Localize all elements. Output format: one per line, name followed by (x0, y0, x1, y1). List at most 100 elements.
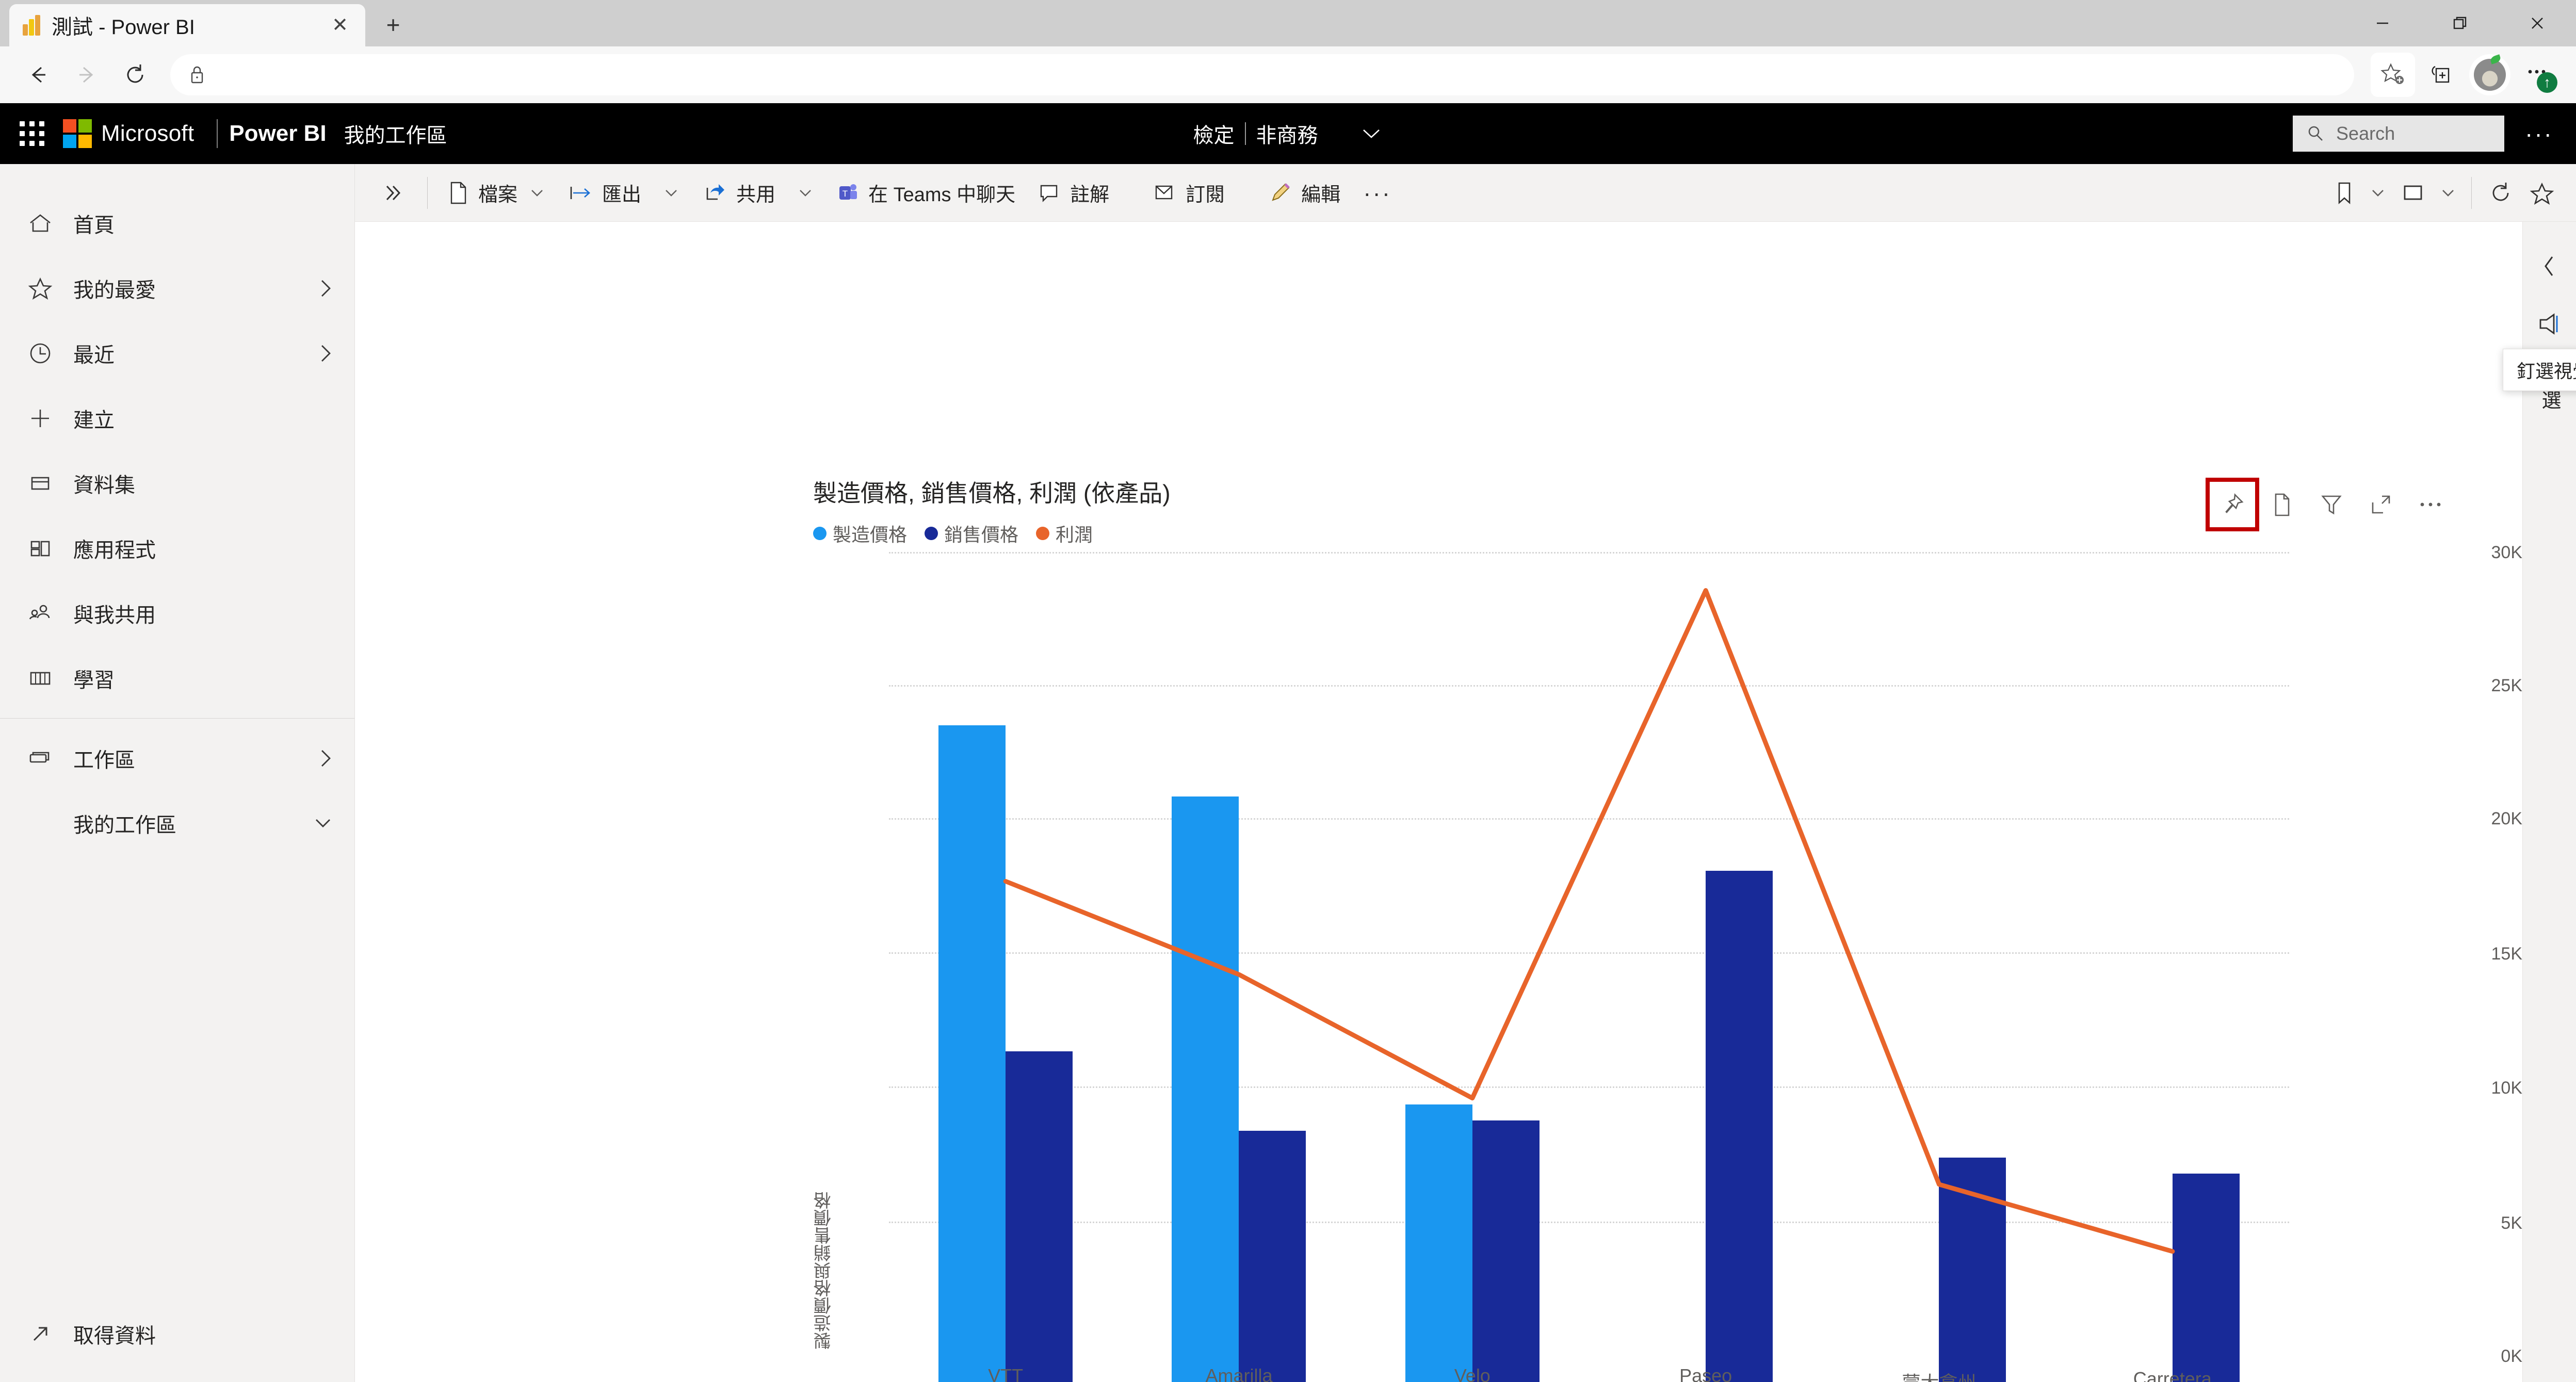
legend-swatch (813, 527, 827, 540)
header-more-icon[interactable]: ··· (2513, 120, 2566, 148)
bookmark-icon[interactable] (2326, 172, 2363, 214)
legend-swatch (925, 527, 938, 540)
legend-item[interactable]: 銷售價格 (925, 520, 1018, 547)
sidebar-item-favorites[interactable]: 我的最愛 (0, 256, 354, 321)
chevron-right-icon[interactable] (317, 343, 334, 364)
file-menu-label: 檔案 (478, 184, 518, 206)
reload-icon[interactable] (112, 52, 158, 97)
view-icon[interactable] (2393, 172, 2433, 214)
search-placeholder: Search (2336, 123, 2395, 144)
chevron-down-icon[interactable] (312, 815, 334, 832)
browser-toolbar-actions: ↑ (2371, 53, 2561, 97)
chevron-down-icon[interactable] (2363, 172, 2393, 214)
comment-icon (1038, 182, 1061, 204)
toolbar-divider (2471, 176, 2472, 209)
home-icon (27, 210, 54, 237)
toolbar-more-icon[interactable]: ··· (1352, 172, 1403, 214)
focus-mode-icon[interactable] (2356, 480, 2406, 529)
header-workspace-name: 我的工作區 (344, 124, 447, 147)
collapse-pane-icon[interactable] (2540, 253, 2559, 280)
sidebar-divider (0, 718, 354, 719)
comment-button[interactable]: 註解 (1027, 172, 1121, 214)
report-toolbar-right (2326, 172, 2563, 214)
maximize-restore-button[interactable] (2421, 0, 2499, 46)
certification-selector[interactable]: 檢定 非商務 (1193, 119, 1383, 149)
edit-button[interactable]: 編輯 (1257, 172, 1352, 214)
sidebar-item-learn[interactable]: 學習 (0, 646, 354, 711)
minimize-button[interactable] (2344, 0, 2421, 46)
chevron-right-icon[interactable] (317, 278, 334, 299)
powerbi-wordmark[interactable]: Power BI (229, 121, 326, 147)
combo-chart-visual[interactable]: 製造價格, 銷售價格, 利潤 (依產品) 製造價格 銷售價格 利潤 製造價格與銷… (355, 222, 2522, 1382)
browser-settings-more-icon[interactable]: ↑ (2516, 53, 2561, 97)
sidebar-item-home[interactable]: 首頁 (0, 191, 354, 256)
close-window-button[interactable] (2499, 0, 2576, 46)
sidebar-item-workspaces[interactable]: 工作區 (0, 726, 354, 791)
header-actions: Search ··· (2293, 116, 2566, 152)
learn-icon (27, 665, 54, 692)
sidebar-item-get-data[interactable]: 取得資料 (0, 1302, 354, 1367)
filter-pane-icon[interactable] (2536, 311, 2563, 337)
chart-legend: 製造價格 銷售價格 利潤 (813, 520, 1093, 547)
sidebar-item-datasets[interactable]: 資料集 (0, 451, 354, 516)
microsoft-squares-icon (63, 119, 92, 148)
share-menu-button[interactable]: 共用 (691, 172, 825, 214)
new-tab-button[interactable]: + (374, 5, 413, 44)
profit-line (1006, 591, 2173, 1251)
chevron-down-icon[interactable] (2433, 172, 2463, 214)
export-icon (568, 183, 593, 203)
pin-visual-icon[interactable] (2206, 478, 2259, 531)
report-toolbar: 檔案 匯出 共用 T 在 Teams 中聊天 註解 訂閱 編輯 ··· (355, 164, 2576, 222)
certification-divider (1244, 122, 1246, 145)
visual-header-actions (2206, 478, 2455, 531)
chat-in-teams-button[interactable]: T 在 Teams 中聊天 (825, 172, 1027, 214)
share-icon (702, 182, 727, 204)
chevron-right-icon[interactable] (317, 747, 334, 769)
filter-icon[interactable] (2307, 480, 2356, 529)
sidebar-item-shared-with-me[interactable]: 與我共用 (0, 581, 354, 646)
forward-icon[interactable] (64, 52, 109, 97)
sidebar-item-create[interactable]: 建立 (0, 386, 354, 451)
collections-icon[interactable] (2419, 53, 2464, 97)
plus-icon (27, 405, 54, 432)
workspace-icon (27, 745, 54, 772)
edit-label: 編輯 (1301, 184, 1341, 206)
window-controls (2344, 0, 2576, 46)
export-menu-label: 匯出 (602, 184, 642, 206)
browser-titlebar: 測試 - Power BI ✕ + (0, 0, 2576, 46)
y-axis-left-title: 製造價格與銷售價格 (814, 1192, 834, 1350)
chevron-down-icon[interactable] (1359, 126, 1383, 141)
header-divider (217, 119, 218, 148)
sidebar-item-recent[interactable]: 最近 (0, 321, 354, 386)
export-data-icon[interactable] (2257, 480, 2307, 529)
more-options-icon[interactable] (2406, 480, 2455, 529)
sidebar-item-label: 工作區 (73, 749, 135, 772)
legend-item[interactable]: 利潤 (1036, 520, 1093, 547)
sidebar-item-apps[interactable]: 應用程式 (0, 516, 354, 581)
teams-icon: T (836, 181, 859, 205)
export-menu-button[interactable]: 匯出 (557, 172, 691, 214)
microsoft-wordmark: Microsoft (101, 121, 195, 146)
add-favorite-icon[interactable] (2371, 53, 2415, 97)
extension-avatar-icon[interactable] (2468, 53, 2512, 97)
search-input[interactable]: Search (2293, 116, 2505, 152)
pin-visual-tooltip: 釘選視覺效果 (2503, 349, 2576, 391)
favorite-icon[interactable] (2521, 172, 2563, 214)
sidebar-toggle-icon[interactable] (0, 164, 354, 191)
subscribe-button[interactable]: 訂閱 (1141, 172, 1236, 214)
file-menu-button[interactable]: 檔案 (436, 172, 557, 214)
file-icon (447, 181, 469, 205)
legend-item[interactable]: 製造價格 (813, 520, 907, 547)
expand-panel-icon[interactable] (368, 181, 419, 205)
right-rail: 篩選 (2522, 222, 2576, 1382)
address-bar[interactable] (170, 54, 2354, 95)
page-body: 首頁 我的最愛 最近 建立 資料集 應用程式 與我共用 學習 工作區 我的工作區… (0, 164, 2576, 1382)
browser-tab[interactable]: 測試 - Power BI ✕ (9, 4, 365, 46)
refresh-icon[interactable] (2480, 172, 2521, 214)
chart-plot-area: 製造價格與銷售價格 利潤 產品 30K 25K 20K 15K 10K 5K 0… (355, 543, 2522, 1382)
certification-label: 檢定 (1193, 124, 1235, 147)
microsoft-logo[interactable]: Microsoft (63, 119, 194, 148)
close-tab-icon[interactable]: ✕ (326, 11, 354, 39)
shared-icon (27, 600, 54, 627)
sidebar-item-my-workspace[interactable]: 我的工作區 (0, 791, 354, 856)
